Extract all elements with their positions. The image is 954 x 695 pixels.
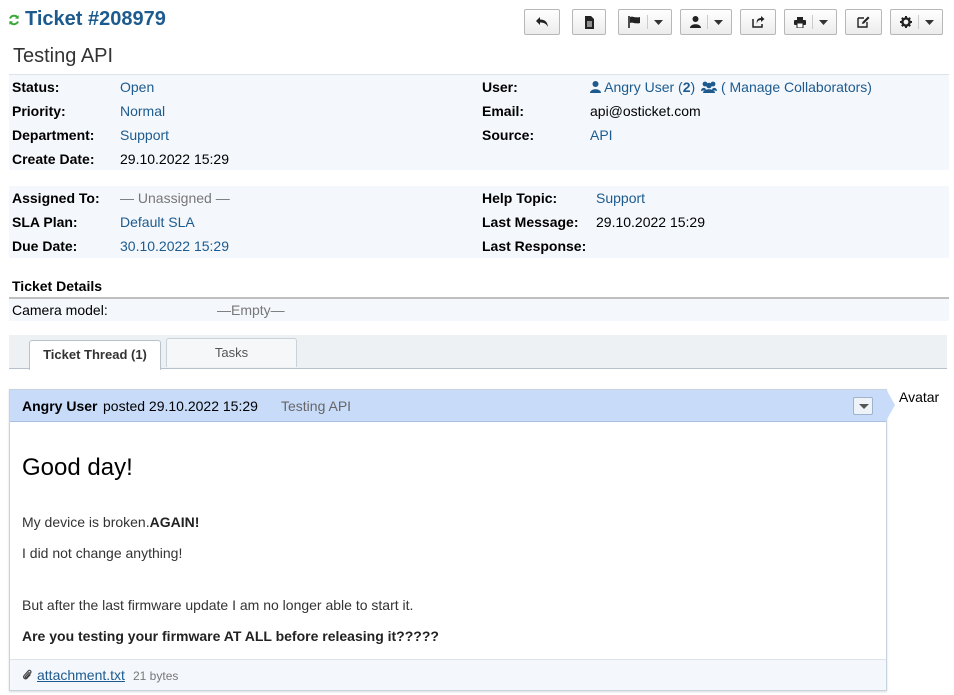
avatar: Avatar: [899, 389, 940, 405]
manage-collaborators-link[interactable]: ( Manage Collaborators): [721, 79, 872, 95]
user-name-link[interactable]: Angry User: [604, 79, 674, 95]
message-line-4-bold: Are you testing your firmware AT ALL bef…: [22, 628, 439, 644]
last-message-label: Last Message:: [482, 214, 579, 230]
sla-plan-value[interactable]: Default SLA: [120, 210, 195, 234]
help-topic-label: Help Topic:: [482, 190, 558, 206]
thread-entry-title: Testing API: [281, 398, 352, 414]
thread-tabs: Ticket Thread (1) Tasks: [9, 335, 947, 370]
print-icon: [793, 16, 806, 28]
user-icon: [689, 16, 701, 28]
reply-icon: [536, 17, 548, 27]
message-line-4: Are you testing your firmware AT ALL bef…: [22, 628, 439, 644]
user-count-open: (: [674, 79, 683, 95]
department-label: Department:: [12, 127, 95, 143]
ticket-title[interactable]: Ticket #208979: [25, 8, 166, 31]
email-value: api@osticket.com: [590, 103, 701, 119]
more-dropdown-button[interactable]: [890, 9, 943, 35]
edit-icon: [857, 16, 870, 28]
user-icon: [590, 81, 601, 93]
thread-entry: Angry User posted 29.10.2022 15:29 Testi…: [9, 389, 887, 691]
thread-entry-header: Angry User posted 29.10.2022 15:29 Testi…: [10, 390, 886, 422]
message-line-2: I did not change anything!: [22, 545, 183, 561]
assigned-to-label: Assigned To:: [12, 190, 100, 206]
create-date-value: 29.10.2022 15:29: [120, 151, 229, 167]
ticket-details-heading: Ticket Details: [12, 278, 103, 294]
thread-header-arrow: [886, 389, 895, 421]
share-icon: [751, 16, 764, 28]
ticket-header: Ticket #208979: [0, 0, 954, 44]
details-field-row: Camera model: —Empty—: [9, 299, 949, 321]
thread-author: Angry User: [22, 398, 98, 414]
source-label: Source:: [482, 127, 535, 143]
thread-posted-date: posted 29.10.2022 15:29: [103, 398, 258, 414]
priority-value[interactable]: Normal: [120, 99, 165, 123]
thread-entry-actions-button[interactable]: [853, 397, 873, 415]
file-icon: [584, 15, 594, 29]
message-line-1-text: My device is broken.: [22, 514, 150, 530]
assign-dropdown-button[interactable]: [680, 9, 732, 35]
tab-tasks[interactable]: Tasks: [166, 338, 297, 367]
camera-model-label: Camera model:: [12, 302, 108, 318]
user-label: User:: [482, 79, 518, 95]
due-date-label: Due Date:: [12, 238, 78, 254]
due-date-value[interactable]: 30.10.2022 15:29: [120, 234, 229, 258]
attachment-link[interactable]: attachment.txt: [37, 667, 125, 683]
assigned-to-value[interactable]: — Unassigned —: [120, 186, 230, 210]
status-label: Status:: [12, 79, 60, 95]
chevron-down-icon: [818, 19, 828, 25]
message-line-1: My device is broken.AGAIN!: [22, 514, 199, 530]
flag-icon: [627, 16, 640, 28]
paperclip-icon: [23, 669, 32, 680]
sla-plan-label: SLA Plan:: [12, 214, 78, 230]
create-date-label: Create Date:: [12, 151, 95, 167]
tab-ticket-thread[interactable]: Ticket Thread (1): [29, 340, 161, 370]
ticket-info-panel: Status: Open User: Angry User (2) ( Mana…: [9, 74, 949, 170]
camera-model-value[interactable]: —Empty—: [217, 302, 285, 318]
refresh-icon[interactable]: [8, 14, 20, 26]
user-count-close: ): [690, 79, 696, 95]
message-line-3: But after the last firmware update I am …: [22, 597, 414, 613]
post-note-button[interactable]: [572, 9, 606, 35]
gear-icon: [899, 16, 912, 28]
flag-dropdown-button[interactable]: [618, 9, 672, 35]
last-response-label: Last Response:: [482, 238, 587, 254]
attachment-size: 21 bytes: [133, 669, 179, 683]
transfer-button[interactable]: [740, 9, 776, 35]
chevron-down-icon: [653, 19, 663, 25]
message-line-1-bold: AGAIN!: [149, 514, 200, 530]
last-message-value: 29.10.2022 15:29: [596, 214, 705, 230]
attachment-bar: attachment.txt 21 bytes: [10, 659, 886, 690]
department-value[interactable]: Support: [120, 123, 169, 147]
users-icon[interactable]: [701, 81, 718, 93]
source-value[interactable]: API: [590, 123, 613, 147]
chevron-down-icon: [924, 19, 934, 25]
message-greeting: Good day!: [22, 454, 133, 481]
status-value[interactable]: Open: [120, 75, 154, 99]
email-label: Email:: [482, 103, 525, 119]
ticket-assignment-panel: Assigned To: — Unassigned — Help Topic: …: [9, 186, 949, 258]
user-info: Angry User (2) ( Manage Collaborators): [590, 75, 872, 99]
edit-button[interactable]: [845, 9, 882, 35]
user-ticket-count[interactable]: 2: [683, 79, 691, 95]
reply-button[interactable]: [524, 9, 560, 35]
chevron-down-icon: [713, 19, 723, 25]
help-topic-value[interactable]: Support: [596, 186, 645, 210]
priority-label: Priority:: [12, 103, 66, 119]
ticket-subject: Testing API: [13, 45, 114, 67]
print-dropdown-button[interactable]: [784, 9, 837, 35]
